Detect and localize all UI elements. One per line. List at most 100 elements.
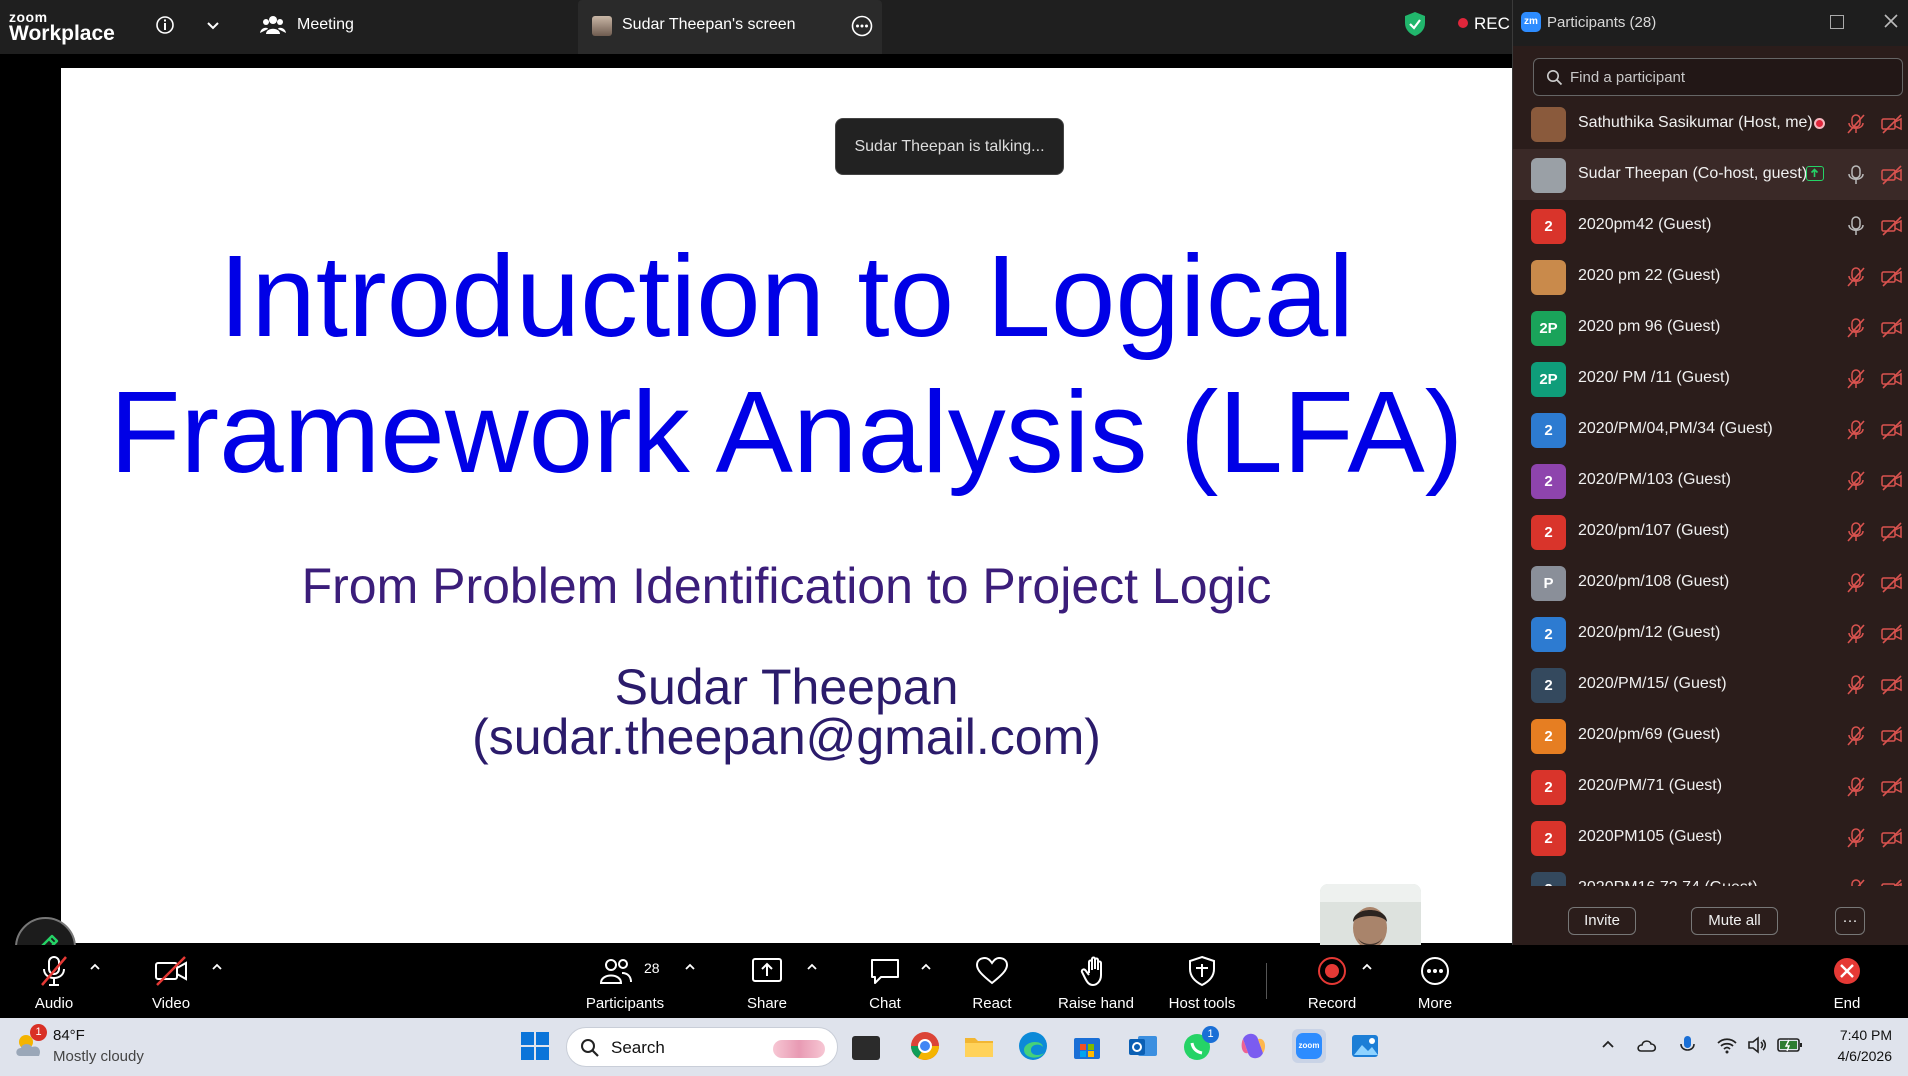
microphone-muted-icon[interactable] xyxy=(1845,419,1867,441)
video-off-icon[interactable] xyxy=(1881,623,1903,645)
more-button[interactable]: More xyxy=(1411,945,1459,1018)
microphone-muted-icon[interactable] xyxy=(1845,317,1867,339)
find-participant-input[interactable]: Find a participant xyxy=(1533,58,1903,96)
react-button[interactable]: React xyxy=(966,945,1018,1018)
microphone-muted-icon[interactable] xyxy=(1845,470,1867,492)
participant-row[interactable]: 2 2020pm42 (Guest) xyxy=(1513,200,1908,251)
participant-row[interactable]: 2P 2020/ PM /11 (Guest) xyxy=(1513,353,1908,404)
video-off-icon[interactable] xyxy=(1881,470,1903,492)
microphone-muted-icon[interactable] xyxy=(1845,572,1867,594)
microphone-muted-icon[interactable] xyxy=(1845,776,1867,798)
wifi-icon[interactable] xyxy=(1716,1035,1738,1055)
video-off-icon[interactable] xyxy=(1881,317,1903,339)
participant-row[interactable]: Sudar Theepan (Co-host, guest) xyxy=(1513,149,1908,200)
video-off-icon[interactable] xyxy=(1881,878,1903,886)
chat-options-chevron-up-icon[interactable] xyxy=(919,960,933,974)
close-icon[interactable] xyxy=(1882,12,1900,30)
participant-row[interactable]: 2 2020/PM/71 (Guest) xyxy=(1513,761,1908,812)
chat-button[interactable]: Chat xyxy=(859,945,911,1018)
video-off-icon[interactable] xyxy=(1881,572,1903,594)
participant-row[interactable]: Sathuthika Sasikumar (Host, me) xyxy=(1513,98,1908,149)
microphone-muted-icon[interactable] xyxy=(1845,674,1867,696)
participant-row[interactable]: 2 2020/pm/12 (Guest) xyxy=(1513,608,1908,659)
participants-options-chevron-up-icon[interactable] xyxy=(683,960,697,974)
battery-charging-icon[interactable] xyxy=(1777,1036,1803,1054)
encryption-shield-icon[interactable] xyxy=(1403,11,1427,37)
chevron-down-icon[interactable] xyxy=(200,12,226,38)
video-off-icon[interactable] xyxy=(1881,725,1903,747)
participant-row[interactable]: 2 2020/PM/15/ (Guest) xyxy=(1513,659,1908,710)
participant-row[interactable]: 2020 pm 22 (Guest) xyxy=(1513,251,1908,302)
slide-title-line1: Introduction to Logical xyxy=(219,231,1354,361)
meeting-tab-label[interactable]: Meeting xyxy=(297,16,354,34)
microphone-muted-icon[interactable] xyxy=(1845,878,1867,886)
host-tools-button[interactable]: Host tools xyxy=(1161,945,1243,1018)
video-off-icon[interactable] xyxy=(1881,827,1903,849)
video-off-icon[interactable] xyxy=(1881,674,1903,696)
microphone-muted-icon[interactable] xyxy=(1845,521,1867,543)
video-button[interactable]: Video xyxy=(140,945,202,1018)
video-off-icon[interactable] xyxy=(1881,164,1903,186)
avatar: P xyxy=(1531,566,1566,601)
video-off-icon[interactable] xyxy=(1881,521,1903,543)
zoom-app-taskbar-icon[interactable]: zoom xyxy=(1292,1029,1326,1063)
invite-button[interactable]: Invite xyxy=(1568,907,1636,935)
react-label: React xyxy=(972,995,1012,1012)
end-meeting-button[interactable]: End xyxy=(1822,945,1872,1018)
record-button[interactable]: Record xyxy=(1302,945,1362,1018)
edge-browser-icon[interactable] xyxy=(1016,1029,1050,1063)
audio-button[interactable]: Audio xyxy=(22,945,86,1018)
clock-time[interactable]: 7:40 PM xyxy=(1822,1027,1892,1043)
video-off-icon[interactable] xyxy=(1881,419,1903,441)
chrome-icon[interactable] xyxy=(908,1029,942,1063)
microphone-muted-icon[interactable] xyxy=(1845,827,1867,849)
microphone-muted-icon[interactable] xyxy=(1845,368,1867,390)
video-off-icon[interactable] xyxy=(1881,368,1903,390)
microphone-muted-icon[interactable] xyxy=(1845,113,1867,135)
rec-label[interactable]: REC xyxy=(1474,14,1510,34)
panel-more-button[interactable]: ··· xyxy=(1835,907,1865,935)
record-options-chevron-up-icon[interactable] xyxy=(1360,960,1374,974)
video-off-icon[interactable] xyxy=(1881,266,1903,288)
microphone-in-use-icon[interactable] xyxy=(1677,1035,1699,1055)
participant-row[interactable]: 2 2020PM105 (Guest) xyxy=(1513,812,1908,863)
participant-row[interactable]: 2 2020/PM/103 (Guest) xyxy=(1513,455,1908,506)
popout-icon[interactable] xyxy=(1830,15,1844,29)
participant-row[interactable]: 2P 2020 pm 96 (Guest) xyxy=(1513,302,1908,353)
copilot-icon[interactable] xyxy=(1236,1029,1270,1063)
raise-hand-button[interactable]: Raise hand xyxy=(1054,945,1138,1018)
show-hidden-icons-chevron-up-icon[interactable] xyxy=(1600,1036,1616,1052)
mute-all-button[interactable]: Mute all xyxy=(1691,907,1778,935)
microphone-icon[interactable] xyxy=(1845,164,1867,186)
microphone-muted-icon[interactable] xyxy=(1845,266,1867,288)
file-explorer-icon[interactable] xyxy=(962,1029,996,1063)
video-off-icon[interactable] xyxy=(1881,776,1903,798)
microphone-muted-icon[interactable] xyxy=(1845,623,1867,645)
photos-icon[interactable] xyxy=(1348,1029,1382,1063)
volume-icon[interactable] xyxy=(1746,1035,1768,1055)
clock-date[interactable]: 4/6/2026 xyxy=(1822,1048,1893,1064)
audio-options-chevron-up-icon[interactable] xyxy=(88,960,102,974)
onedrive-cloud-icon[interactable] xyxy=(1636,1035,1658,1055)
microsoft-store-icon[interactable] xyxy=(1070,1029,1104,1063)
microphone-muted-icon[interactable] xyxy=(1845,725,1867,747)
participant-row[interactable]: 2 2020/pm/107 (Guest) xyxy=(1513,506,1908,557)
video-options-chevron-up-icon[interactable] xyxy=(210,960,224,974)
meeting-info-icon[interactable] xyxy=(152,12,178,38)
video-off-icon[interactable] xyxy=(1881,215,1903,237)
participant-row[interactable]: 2 2020/pm/69 (Guest) xyxy=(1513,710,1908,761)
windows-start-icon[interactable] xyxy=(518,1029,552,1063)
participant-row[interactable]: 2 2020/PM/04,PM/34 (Guest) xyxy=(1513,404,1908,455)
outlook-icon[interactable] xyxy=(1126,1029,1160,1063)
microphone-icon[interactable] xyxy=(1845,215,1867,237)
share-button[interactable]: Share xyxy=(737,945,797,1018)
share-options-chevron-up-icon[interactable] xyxy=(805,960,819,974)
view-options-icon[interactable] xyxy=(850,14,874,38)
participants-button[interactable]: 28 Participants xyxy=(578,945,672,1018)
participant-row[interactable]: 2 2020PM16,72,74 (Guest) xyxy=(1513,863,1908,886)
participant-row[interactable]: P 2020/pm/108 (Guest) xyxy=(1513,557,1908,608)
task-view-icon[interactable] xyxy=(852,1036,880,1060)
taskbar-search-box[interactable]: Search xyxy=(566,1027,838,1067)
video-off-icon[interactable] xyxy=(1881,113,1903,135)
shared-screen-tab[interactable]: Sudar Theepan's screen xyxy=(578,0,882,54)
